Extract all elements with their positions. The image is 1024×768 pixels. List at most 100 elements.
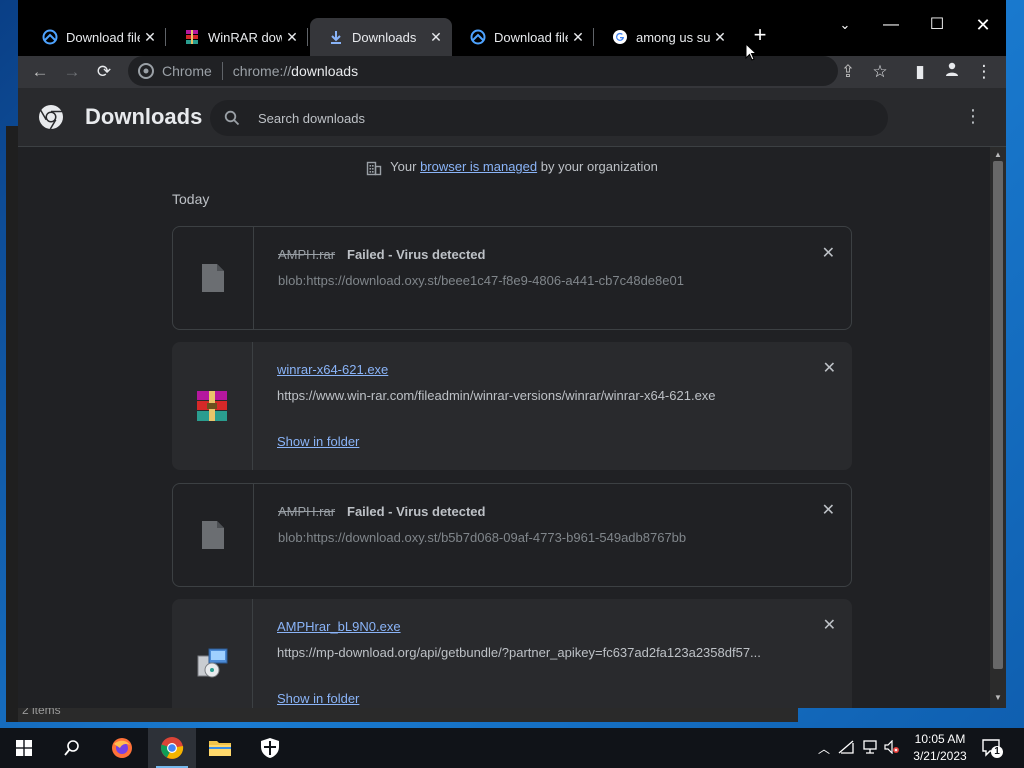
remove-download-icon[interactable]: ✕	[823, 615, 836, 635]
reload-button[interactable]: ⟳	[92, 60, 116, 84]
tab-title: WinRAR download	[208, 29, 282, 45]
chip-label: Chrome	[162, 63, 212, 79]
address-bar[interactable]: Chrome chrome://downloads	[128, 56, 838, 86]
download-arrow-icon	[328, 29, 344, 45]
bookmark-star-icon[interactable]: ☆	[868, 60, 892, 84]
download-url: blob:https://download.oxy.st/b5b7d068-09…	[278, 530, 687, 545]
share-icon[interactable]: ⇪	[836, 60, 860, 84]
search-taskbar-button[interactable]	[48, 728, 96, 768]
download-url: blob:https://download.oxy.st/beee1c47-f8…	[278, 273, 684, 288]
chrome-chip[interactable]: Chrome	[138, 63, 212, 79]
google-icon	[612, 29, 628, 45]
search-icon	[224, 110, 240, 126]
tab-title: Downloads	[352, 29, 417, 45]
notification-count-badge: 1	[994, 746, 1000, 757]
firefox-taskbar-button[interactable]	[98, 728, 146, 768]
show-in-folder-link[interactable]: Show in folder	[277, 691, 359, 706]
windows-taskbar: ︿ 10:05 AM 3/21/2023 1	[0, 728, 1024, 768]
managed-notice: Your browser is managed by your organiza…	[18, 159, 990, 176]
tab-search-chevron-icon[interactable]: ⌄	[822, 10, 868, 40]
tab-among-us-sus[interactable]: among us sus ✕	[594, 18, 736, 56]
clock-date: 3/21/2023	[913, 749, 967, 763]
tab-title: Download file	[66, 29, 140, 45]
search-icon	[64, 740, 79, 756]
tab-download-file-2[interactable]: Download file ✕	[452, 18, 594, 56]
close-tab-icon[interactable]: ✕	[140, 29, 160, 46]
file-explorer-taskbar-button[interactable]	[196, 728, 244, 768]
close-window-button[interactable]: ✕	[960, 10, 1006, 40]
chrome-window: Download file ✕ WinRAR download ✕ Downlo…	[18, 0, 1006, 708]
download-status: Failed - Virus detected	[347, 504, 486, 519]
file-icon	[202, 521, 224, 549]
download-url: https://www.win-rar.com/fileadmin/winrar…	[277, 388, 716, 403]
download-status: Failed - Virus detected	[347, 247, 486, 262]
downloads-list-area: Your browser is managed by your organiza…	[18, 147, 990, 708]
back-button[interactable]: ←	[28, 60, 52, 84]
taskbar-clock[interactable]: 10:05 AM 3/21/2023	[900, 731, 980, 765]
download-cloud-icon	[42, 29, 58, 45]
tab-download-file-1[interactable]: Download file ✕	[24, 18, 166, 56]
download-file-name[interactable]: winrar-x64-621.exe	[277, 362, 388, 377]
browser-managed-link[interactable]: browser is managed	[420, 159, 537, 174]
download-file-name: AMPH.rar	[278, 504, 336, 519]
download-item: winrar-x64-621.exe https://www.win-rar.c…	[172, 342, 852, 470]
clock-time: 10:05 AM	[914, 732, 966, 746]
browser-toolbar: ← → ⟳ Chrome chrome://downloads ⇪ ☆ ▮ ⋮	[18, 56, 1006, 88]
download-item: AMPH.rar Failed - Virus detected blob:ht…	[172, 226, 852, 330]
close-tab-icon[interactable]: ✕	[426, 29, 446, 46]
download-cloud-icon	[470, 29, 486, 45]
url-text: chrome://downloads	[232, 63, 359, 79]
page-title: Downloads	[85, 104, 203, 129]
close-tab-icon[interactable]: ✕	[282, 29, 302, 46]
start-button[interactable]	[0, 728, 48, 768]
downloads-header: Downloads ⋮	[18, 88, 1006, 147]
close-tab-icon[interactable]: ✕	[710, 29, 730, 46]
chrome-logo-icon	[39, 105, 63, 130]
network-disconnected-icon[interactable]	[833, 740, 859, 757]
forward-button[interactable]: →	[60, 60, 84, 84]
scrollbar-thumb[interactable]	[993, 161, 1003, 669]
show-in-folder-link[interactable]: Show in folder	[277, 434, 359, 449]
building-icon	[366, 161, 382, 175]
menu-kebab-icon[interactable]: ⋮	[972, 60, 996, 84]
folder-icon	[209, 741, 231, 756]
download-item: AMPHrar_bL9N0.exe https://mp-download.or…	[172, 599, 852, 708]
minimize-button[interactable]: —	[868, 10, 914, 40]
search-downloads-box[interactable]	[210, 100, 888, 136]
tab-winrar-download[interactable]: WinRAR download ✕	[166, 18, 308, 56]
search-input[interactable]	[256, 109, 840, 127]
close-tab-icon[interactable]: ✕	[568, 29, 588, 46]
remove-download-icon[interactable]: ✕	[822, 243, 835, 263]
shield-icon	[261, 738, 279, 758]
side-panel-icon[interactable]: ▮	[908, 60, 932, 84]
profile-icon[interactable]	[940, 60, 964, 84]
firefox-icon	[112, 738, 132, 758]
chevron-up-icon[interactable]: ︿	[815, 740, 833, 757]
remove-download-icon[interactable]: ✕	[823, 358, 836, 378]
chrome-icon	[161, 737, 184, 759]
scroll-down-arrow-icon[interactable]: ▼	[990, 693, 1006, 705]
remove-download-icon[interactable]: ✕	[822, 500, 835, 520]
tab-strip: Download file ✕ WinRAR download ✕ Downlo…	[18, 0, 1006, 56]
installer-icon	[197, 648, 228, 678]
mouse-cursor-icon	[745, 43, 757, 61]
maximize-button[interactable]: ☐	[914, 10, 960, 40]
notification-center-icon[interactable]: 1	[980, 736, 1004, 760]
file-icon	[202, 264, 224, 292]
ethernet-icon[interactable]	[859, 739, 881, 757]
vertical-scrollbar[interactable]: ▲ ▼	[990, 147, 1006, 708]
tab-title: Download file	[494, 29, 568, 45]
downloads-menu-icon[interactable]: ⋮	[964, 107, 982, 125]
download-url: https://mp-download.org/api/getbundle/?p…	[277, 645, 761, 660]
tab-downloads[interactable]: Downloads ✕	[310, 18, 452, 56]
tab-title: among us sus	[636, 29, 710, 45]
download-file-name: AMPH.rar	[278, 247, 336, 262]
windows-logo-icon	[16, 740, 32, 756]
date-group-label: Today	[172, 191, 210, 207]
winrar-icon	[197, 391, 227, 421]
chrome-taskbar-button[interactable]	[148, 728, 196, 768]
security-taskbar-button[interactable]	[246, 728, 294, 768]
download-item: AMPH.rar Failed - Virus detected blob:ht…	[172, 483, 852, 587]
download-file-name[interactable]: AMPHrar_bL9N0.exe	[277, 619, 401, 634]
winrar-icon	[184, 29, 200, 45]
